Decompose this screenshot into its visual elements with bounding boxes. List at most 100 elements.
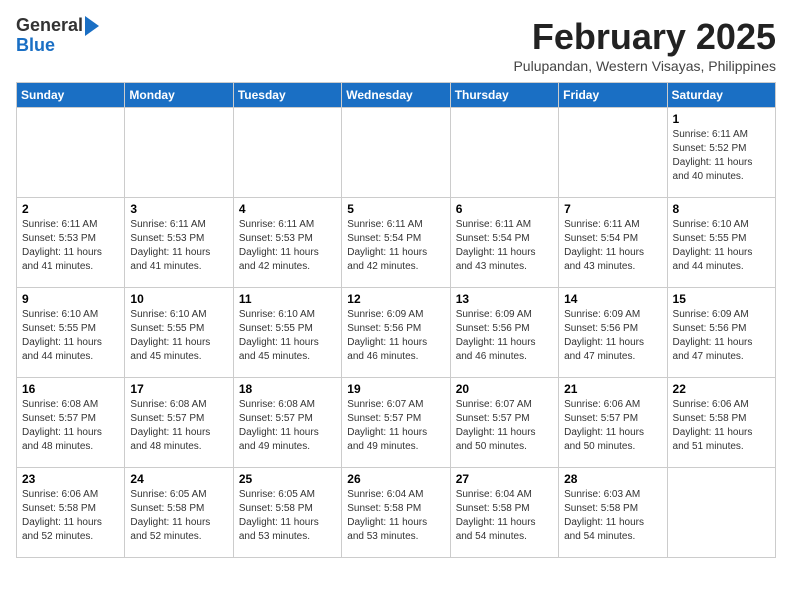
calendar-table: SundayMondayTuesdayWednesdayThursdayFrid… (16, 82, 776, 558)
day-info: Sunrise: 6:08 AM Sunset: 5:57 PM Dayligh… (130, 398, 227, 454)
day-number: 7 (564, 202, 661, 216)
day-number: 27 (456, 472, 553, 486)
day-number: 21 (564, 382, 661, 396)
weekday-header-thursday: Thursday (450, 83, 558, 108)
day-info: Sunrise: 6:03 AM Sunset: 5:58 PM Dayligh… (564, 488, 661, 544)
calendar-day-cell: 24 Sunrise: 6:05 AM Sunset: 5:58 PM Dayli… (125, 468, 233, 558)
day-number: 5 (347, 202, 444, 216)
logo: General Blue (16, 16, 99, 56)
calendar-day-cell: 28 Sunrise: 6:03 AM Sunset: 5:58 PM Dayli… (559, 468, 667, 558)
day-number: 26 (347, 472, 444, 486)
calendar-day-cell: 25 Sunrise: 6:05 AM Sunset: 5:58 PM Dayli… (233, 468, 341, 558)
day-info: Sunrise: 6:06 AM Sunset: 5:58 PM Dayligh… (673, 398, 770, 454)
calendar-day-cell (667, 468, 775, 558)
calendar-day-cell: 23 Sunrise: 6:06 AM Sunset: 5:58 PM Dayli… (17, 468, 125, 558)
day-info: Sunrise: 6:10 AM Sunset: 5:55 PM Dayligh… (22, 308, 119, 364)
calendar-day-cell: 21 Sunrise: 6:06 AM Sunset: 5:57 PM Dayli… (559, 378, 667, 468)
calendar-day-cell: 8 Sunrise: 6:10 AM Sunset: 5:55 PM Daylig… (667, 198, 775, 288)
calendar-day-cell (342, 108, 450, 198)
day-number: 10 (130, 292, 227, 306)
weekday-header-saturday: Saturday (667, 83, 775, 108)
day-info: Sunrise: 6:10 AM Sunset: 5:55 PM Dayligh… (239, 308, 336, 364)
day-info: Sunrise: 6:05 AM Sunset: 5:58 PM Dayligh… (130, 488, 227, 544)
day-number: 4 (239, 202, 336, 216)
day-info: Sunrise: 6:08 AM Sunset: 5:57 PM Dayligh… (22, 398, 119, 454)
calendar-day-cell (17, 108, 125, 198)
weekday-header-friday: Friday (559, 83, 667, 108)
calendar-day-cell: 20 Sunrise: 6:07 AM Sunset: 5:57 PM Dayli… (450, 378, 558, 468)
day-info: Sunrise: 6:07 AM Sunset: 5:57 PM Dayligh… (347, 398, 444, 454)
calendar-week-row: 2 Sunrise: 6:11 AM Sunset: 5:53 PM Daylig… (17, 198, 776, 288)
day-info: Sunrise: 6:06 AM Sunset: 5:57 PM Dayligh… (564, 398, 661, 454)
day-number: 9 (22, 292, 119, 306)
calendar-day-cell: 4Sunrise: 6:11 AM Sunset: 5:53 PM Daylig… (233, 198, 341, 288)
day-number: 18 (239, 382, 336, 396)
calendar-day-cell: 17 Sunrise: 6:08 AM Sunset: 5:57 PM Dayli… (125, 378, 233, 468)
weekday-header-monday: Monday (125, 83, 233, 108)
calendar-day-cell: 10 Sunrise: 6:10 AM Sunset: 5:55 PM Dayli… (125, 288, 233, 378)
day-number: 23 (22, 472, 119, 486)
calendar-day-cell: 14 Sunrise: 6:09 AM Sunset: 5:56 PM Dayli… (559, 288, 667, 378)
calendar-week-row: 23 Sunrise: 6:06 AM Sunset: 5:58 PM Dayli… (17, 468, 776, 558)
day-info: Sunrise: 6:09 AM Sunset: 5:56 PM Dayligh… (673, 308, 770, 364)
calendar-day-cell (125, 108, 233, 198)
day-number: 24 (130, 472, 227, 486)
day-info: Sunrise: 6:11 AM Sunset: 5:54 PM Dayligh… (564, 218, 661, 274)
calendar-day-cell: 15Sunrise: 6:09 AM Sunset: 5:56 PM Dayli… (667, 288, 775, 378)
day-info: Sunrise: 6:10 AM Sunset: 5:55 PM Dayligh… (673, 218, 770, 274)
day-info: Sunrise: 6:09 AM Sunset: 5:56 PM Dayligh… (456, 308, 553, 364)
calendar-day-cell: 5Sunrise: 6:11 AM Sunset: 5:54 PM Daylig… (342, 198, 450, 288)
day-info: Sunrise: 6:10 AM Sunset: 5:55 PM Dayligh… (130, 308, 227, 364)
calendar-day-cell: 3 Sunrise: 6:11 AM Sunset: 5:53 PM Daylig… (125, 198, 233, 288)
day-info: Sunrise: 6:09 AM Sunset: 5:56 PM Dayligh… (347, 308, 444, 364)
day-info: Sunrise: 6:11 AM Sunset: 5:53 PM Dayligh… (22, 218, 119, 274)
day-number: 11 (239, 292, 336, 306)
day-number: 2 (22, 202, 119, 216)
weekday-header-tuesday: Tuesday (233, 83, 341, 108)
day-number: 12 (347, 292, 444, 306)
day-info: Sunrise: 6:11 AM Sunset: 5:52 PM Dayligh… (673, 128, 770, 184)
location-subtitle: Pulupandan, Western Visayas, Philippines (513, 58, 776, 74)
calendar-day-cell: 13 Sunrise: 6:09 AM Sunset: 5:56 PM Dayli… (450, 288, 558, 378)
calendar-week-row: 1Sunrise: 6:11 AM Sunset: 5:52 PM Daylig… (17, 108, 776, 198)
day-number: 28 (564, 472, 661, 486)
day-number: 22 (673, 382, 770, 396)
day-number: 6 (456, 202, 553, 216)
weekday-header-sunday: Sunday (17, 83, 125, 108)
day-number: 20 (456, 382, 553, 396)
weekday-header-wednesday: Wednesday (342, 83, 450, 108)
day-number: 17 (130, 382, 227, 396)
calendar-day-cell: 6 Sunrise: 6:11 AM Sunset: 5:54 PM Daylig… (450, 198, 558, 288)
day-info: Sunrise: 6:11 AM Sunset: 5:53 PM Dayligh… (130, 218, 227, 274)
day-info: Sunrise: 6:07 AM Sunset: 5:57 PM Dayligh… (456, 398, 553, 454)
logo-text-blue: Blue (16, 36, 55, 56)
day-info: Sunrise: 6:06 AM Sunset: 5:58 PM Dayligh… (22, 488, 119, 544)
calendar-day-cell: 9 Sunrise: 6:10 AM Sunset: 5:55 PM Daylig… (17, 288, 125, 378)
day-info: Sunrise: 6:05 AM Sunset: 5:58 PM Dayligh… (239, 488, 336, 544)
calendar-day-cell: 12 Sunrise: 6:09 AM Sunset: 5:56 PM Dayli… (342, 288, 450, 378)
calendar-day-cell (233, 108, 341, 198)
page-header: General Blue February 2025 Pulupandan, W… (16, 16, 776, 74)
calendar-day-cell: 1Sunrise: 6:11 AM Sunset: 5:52 PM Daylig… (667, 108, 775, 198)
day-number: 14 (564, 292, 661, 306)
calendar-day-cell: 18 Sunrise: 6:08 AM Sunset: 5:57 PM Dayli… (233, 378, 341, 468)
day-info: Sunrise: 6:08 AM Sunset: 5:57 PM Dayligh… (239, 398, 336, 454)
month-title: February 2025 (513, 16, 776, 58)
day-number: 13 (456, 292, 553, 306)
logo-arrow-icon (85, 16, 99, 36)
calendar-day-cell: 11 Sunrise: 6:10 AM Sunset: 5:55 PM Dayli… (233, 288, 341, 378)
calendar-day-cell (450, 108, 558, 198)
day-number: 8 (673, 202, 770, 216)
calendar-day-cell: 26 Sunrise: 6:04 AM Sunset: 5:58 PM Dayli… (342, 468, 450, 558)
calendar-day-cell: 16Sunrise: 6:08 AM Sunset: 5:57 PM Dayli… (17, 378, 125, 468)
day-number: 3 (130, 202, 227, 216)
day-number: 25 (239, 472, 336, 486)
title-block: February 2025 Pulupandan, Western Visaya… (513, 16, 776, 74)
calendar-header-row: SundayMondayTuesdayWednesdayThursdayFrid… (17, 83, 776, 108)
day-info: Sunrise: 6:04 AM Sunset: 5:58 PM Dayligh… (347, 488, 444, 544)
calendar-day-cell (559, 108, 667, 198)
calendar-day-cell: 7 Sunrise: 6:11 AM Sunset: 5:54 PM Daylig… (559, 198, 667, 288)
day-info: Sunrise: 6:11 AM Sunset: 5:54 PM Dayligh… (456, 218, 553, 274)
day-info: Sunrise: 6:09 AM Sunset: 5:56 PM Dayligh… (564, 308, 661, 364)
calendar-day-cell: 19Sunrise: 6:07 AM Sunset: 5:57 PM Dayli… (342, 378, 450, 468)
